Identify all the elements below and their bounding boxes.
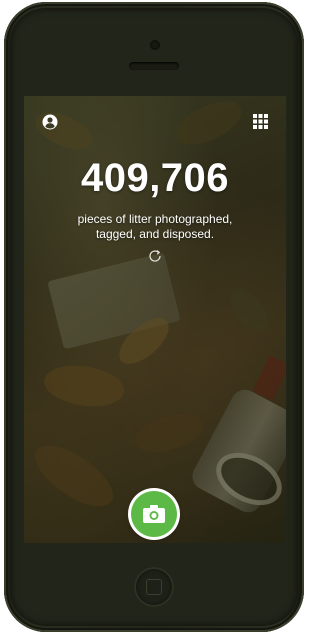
grid-icon[interactable] <box>253 114 268 129</box>
camera-icon <box>143 505 165 523</box>
camera-button[interactable] <box>131 491 177 537</box>
front-camera <box>150 40 160 50</box>
litter-count-caption: pieces of litter photographed, tagged, a… <box>24 212 286 242</box>
litter-count: 409,706 <box>80 156 230 200</box>
user-icon[interactable] <box>42 114 58 130</box>
app-screen: 409,706 pieces of litter photographed, t… <box>24 96 286 543</box>
caption-line-1: pieces of litter photographed, <box>77 212 233 226</box>
caption-line-2: tagged, and disposed. <box>95 227 215 241</box>
refresh-icon[interactable] <box>147 248 163 264</box>
earpiece-speaker <box>129 62 179 70</box>
home-button-icon <box>146 579 162 595</box>
